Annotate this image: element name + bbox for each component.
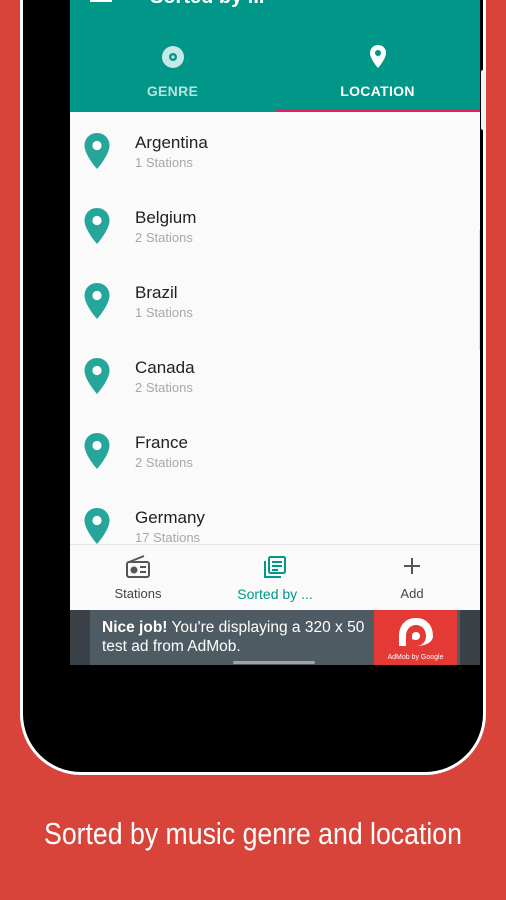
- scrollbar[interactable]: [475, 230, 480, 350]
- home-indicator: [233, 661, 315, 664]
- station-count: 2 Stations: [135, 230, 193, 245]
- list-item[interactable]: Argentina 1 Stations: [70, 112, 480, 187]
- ad-text: Nice job! You're displaying a 320 x 50 t…: [102, 618, 372, 656]
- nav-stations[interactable]: Stations: [70, 545, 206, 611]
- tab-genre[interactable]: GENRE: [70, 36, 275, 112]
- location-pin-icon: [83, 207, 111, 250]
- app-title: Sorted by ...: [150, 0, 264, 9]
- menu-icon[interactable]: [90, 0, 112, 8]
- nav-add[interactable]: Add: [344, 545, 480, 611]
- list-item[interactable]: Canada 2 Stations: [70, 337, 480, 412]
- app-bar: Sorted by ... GENRE LOCATION: [70, 0, 480, 112]
- location-list[interactable]: Argentina 1 Stations Belgium 2 Stations …: [70, 112, 480, 544]
- station-count: 2 Stations: [135, 455, 193, 470]
- station-count: 1 Stations: [135, 305, 193, 320]
- ad-edge-left: [70, 610, 90, 665]
- bottom-navigation: Stations Sorted by ... Add: [70, 544, 480, 611]
- ad-bold-text: Nice job!: [102, 619, 168, 636]
- station-count: 17 Stations: [135, 530, 201, 544]
- list-item[interactable]: Belgium 2 Stations: [70, 187, 480, 262]
- ad-banner[interactable]: Nice job! You're displaying a 320 x 50 t…: [70, 610, 480, 665]
- location-pin-icon: [368, 44, 388, 75]
- nav-stations-label: Stations: [114, 586, 162, 601]
- tab-location[interactable]: LOCATION: [275, 36, 480, 112]
- ad-edge-right: [460, 610, 480, 665]
- admob-logo: AdMob by Google: [374, 610, 457, 665]
- promo-caption: Sorted by music genre and location: [44, 816, 462, 851]
- list-item[interactable]: Germany 17 Stations: [70, 487, 480, 544]
- location-name: Brazil: [135, 283, 178, 302]
- location-name: Argentina: [135, 133, 208, 152]
- location-pin-icon: [83, 357, 111, 400]
- list-item[interactable]: France 2 Stations: [70, 412, 480, 487]
- admob-caption: AdMob by Google: [387, 654, 444, 661]
- location-pin-icon: [83, 132, 111, 175]
- plus-icon: [401, 555, 423, 582]
- radio-icon: [125, 555, 151, 584]
- admob-icon: [399, 618, 433, 646]
- phone-frame: Sorted by ... GENRE LOCATION Argentina 1…: [23, 0, 485, 772]
- list-item[interactable]: Brazil 1 Stations: [70, 262, 480, 337]
- location-pin-icon: [83, 432, 111, 475]
- tab-location-label: LOCATION: [340, 83, 415, 99]
- disc-icon: [160, 44, 186, 75]
- app-screen: Sorted by ... GENRE LOCATION Argentina 1…: [70, 0, 480, 665]
- station-count: 2 Stations: [135, 380, 193, 395]
- location-pin-icon: [83, 282, 111, 325]
- station-count: 1 Stations: [135, 155, 193, 170]
- nav-sorted-by-label: Sorted by ...: [237, 586, 313, 602]
- location-name: France: [135, 433, 188, 452]
- nav-add-label: Add: [400, 586, 424, 601]
- location-pin-icon: [83, 507, 111, 544]
- nav-sorted-by[interactable]: Sorted by ...: [207, 545, 343, 611]
- library-icon: [263, 555, 287, 584]
- tab-genre-label: GENRE: [146, 83, 199, 99]
- location-name: Germany: [135, 508, 205, 527]
- phone-side-button: [481, 70, 485, 130]
- location-name: Belgium: [135, 208, 197, 227]
- location-name: Canada: [135, 358, 195, 377]
